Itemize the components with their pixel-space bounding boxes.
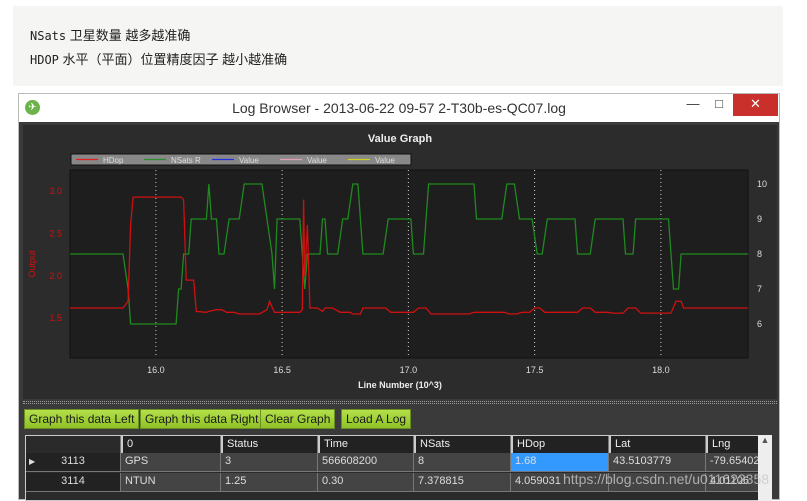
splitter[interactable] <box>23 401 777 404</box>
y2-tick-label: 10 <box>757 179 767 189</box>
y2-tick-label: 7 <box>757 284 762 294</box>
clear-graph-button[interactable]: Clear Graph <box>260 409 336 429</box>
legend-label: Value <box>239 156 259 165</box>
y2-tick-label: 6 <box>757 319 762 329</box>
grid-scrollbar[interactable]: ▲ <box>758 435 772 501</box>
row-header[interactable]: 3114 <box>26 473 121 492</box>
table-cell[interactable]: 1.68 <box>511 453 609 472</box>
row-header[interactable]: ▶ 3113 <box>26 453 121 472</box>
graph-right-button[interactable]: Graph this data Right <box>140 409 264 429</box>
table-cell[interactable]: -79.65402 <box>706 453 766 472</box>
table-cell[interactable]: NTUN <box>121 473 221 492</box>
window-title: Log Browser - 2013-06-22 09-57 2-T30b-es… <box>232 100 566 116</box>
graph-left-button[interactable]: Graph this data Left <box>24 409 140 429</box>
y2-tick-label: 8 <box>757 249 762 259</box>
x-tick-label: 18.0 <box>652 365 670 375</box>
x-tick-label: 16.0 <box>147 365 165 375</box>
close-button[interactable]: ✕ <box>733 94 778 116</box>
y-tick-label: 3.0 <box>49 186 62 196</box>
value-graph: Value Graph HDop NSats R Value Value Value 16.… <box>27 133 767 390</box>
legend-label: Value <box>375 156 395 165</box>
table-cell[interactable]: 8 <box>414 453 511 472</box>
table-cell[interactable]: 43.5103779 <box>609 453 706 472</box>
watermark: https://blog.csdn.net/u011622358 <box>563 471 770 487</box>
table-cell[interactable]: 1.25 <box>221 473 318 492</box>
minimize-button[interactable]: — <box>681 94 705 116</box>
table-cell[interactable]: 7.378815 <box>414 473 511 492</box>
x-axis-label: Line Number (10^3) <box>358 380 442 390</box>
load-log-button[interactable]: Load A Log <box>341 409 412 429</box>
table-cell[interactable]: 0.30 <box>318 473 414 492</box>
plot-area <box>69 169 749 359</box>
log-data-grid[interactable]: 0 Status Time NSats HDop Lat Lng ▶ 3113 GPS 3 56660… <box>25 435 766 501</box>
x-tick-label: 17.0 <box>400 365 418 375</box>
table-cell[interactable]: 566608200 <box>318 453 414 472</box>
maximize-button[interactable]: □ <box>707 94 731 116</box>
title-bar[interactable]: ✈ Log Browser - 2013-06-22 09-57 2-T30b-… <box>19 94 779 122</box>
y2-tick-label: 9 <box>757 214 762 224</box>
chart-title: Value Graph <box>368 133 432 145</box>
log-browser-window: ✈ Log Browser - 2013-06-22 09-57 2-T30b-… <box>18 93 780 501</box>
y-tick-label: 2.5 <box>49 229 62 239</box>
y-tick-label: 2.0 <box>49 271 62 281</box>
x-tick-label: 16.5 <box>273 365 291 375</box>
legend-label: NSats R <box>171 156 201 165</box>
legend-label: Value <box>307 156 327 165</box>
legend-label: HDop <box>103 156 124 165</box>
y-axis-label: Output <box>27 250 37 278</box>
note-box: NSats 卫星数量 越多越准确 HDOP 水平（平面）位置精度因子 越小越准确 <box>13 6 783 86</box>
note-line-hdop: HDOP 水平（平面）位置精度因子 越小越准确 <box>30 52 288 67</box>
value-graph-panel: Value Graph HDop NSats R Value Value Value 16.… <box>23 125 777 399</box>
x-tick-label: 17.5 <box>526 365 544 375</box>
scroll-up-icon[interactable]: ▲ <box>758 435 772 445</box>
y-tick-label: 1.5 <box>49 313 62 323</box>
note-line-nsats: NSats 卫星数量 越多越准确 <box>30 28 191 43</box>
current-row-icon: ▶ <box>29 457 36 466</box>
table-cell[interactable]: 3 <box>221 453 318 472</box>
table-cell[interactable]: GPS <box>121 453 221 472</box>
